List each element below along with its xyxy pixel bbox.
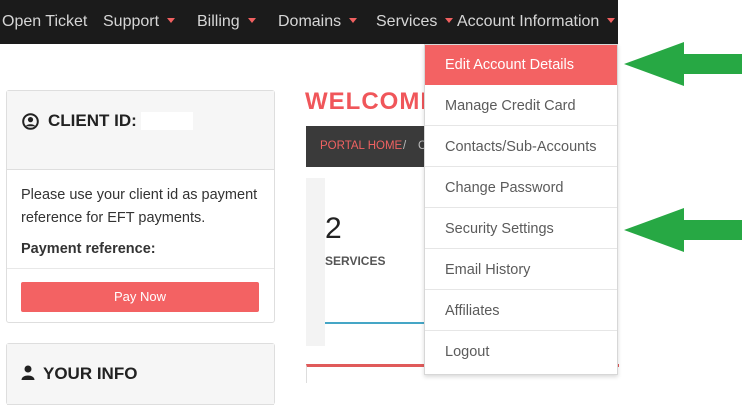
your-info-card-header: YOUR INFO bbox=[7, 344, 274, 405]
menu-item-contacts-sub-accounts[interactable]: Contacts/Sub-Accounts bbox=[425, 127, 617, 167]
green-arrow-icon bbox=[624, 42, 742, 86]
user-icon bbox=[21, 365, 35, 380]
nav-billing[interactable]: Billing bbox=[197, 0, 256, 44]
caret-down-icon bbox=[445, 18, 454, 24]
services-label: SERVICES bbox=[325, 254, 386, 268]
top-navbar: Open Ticket Support Billing Domains Serv… bbox=[0, 0, 618, 44]
payment-reference-label: Payment reference: bbox=[21, 241, 156, 257]
your-info-card: YOUR INFO bbox=[6, 343, 275, 405]
account-information-dropdown: Edit Account Details Manage Credit Card … bbox=[424, 44, 618, 375]
menu-item-change-password[interactable]: Change Password bbox=[425, 168, 617, 208]
green-arrow-icon bbox=[624, 208, 742, 252]
client-id-card-header: CLIENT ID: bbox=[7, 91, 274, 170]
nav-domains-label: Domains bbox=[278, 13, 342, 30]
caret-down-icon bbox=[349, 18, 358, 24]
nav-account-information-label: Account Information bbox=[457, 13, 600, 30]
your-info-label: YOUR INFO bbox=[43, 364, 138, 383]
caret-down-icon bbox=[167, 18, 176, 24]
breadcrumb-portal-home[interactable]: PORTAL HOME bbox=[320, 126, 402, 167]
menu-item-edit-account-details[interactable]: Edit Account Details bbox=[425, 45, 617, 85]
nav-services-label: Services bbox=[376, 13, 438, 30]
nav-billing-label: Billing bbox=[197, 13, 240, 30]
user-circle-icon bbox=[22, 112, 39, 130]
client-id-title: CLIENT ID: bbox=[22, 111, 193, 131]
nav-open-ticket-label: Open Ticket bbox=[2, 13, 88, 30]
client-id-label: CLIENT ID: bbox=[48, 111, 137, 130]
client-id-card-body: Please use your client id as payment ref… bbox=[7, 170, 274, 261]
menu-item-logout[interactable]: Logout bbox=[425, 332, 617, 372]
menu-item-affiliates[interactable]: Affiliates bbox=[425, 291, 617, 331]
caret-down-icon bbox=[247, 18, 256, 24]
pay-now-button[interactable]: Pay Now bbox=[21, 282, 259, 312]
menu-item-email-history[interactable]: Email History bbox=[425, 250, 617, 290]
nav-open-ticket[interactable]: Open Ticket bbox=[2, 0, 87, 44]
welcome-heading: WELCOME bbox=[305, 88, 438, 115]
breadcrumb-separator: / bbox=[403, 140, 407, 152]
services-count: 2 bbox=[325, 212, 342, 245]
nav-services[interactable]: Services bbox=[376, 0, 454, 44]
your-info-title: YOUR INFO bbox=[21, 364, 137, 384]
nav-account-information[interactable]: Account Information bbox=[457, 0, 616, 44]
nav-support-label: Support bbox=[103, 13, 160, 30]
nav-support[interactable]: Support bbox=[103, 0, 176, 44]
payment-note: Please use your client id as payment ref… bbox=[21, 187, 258, 226]
divider bbox=[7, 268, 274, 269]
menu-item-manage-credit-card[interactable]: Manage Credit Card bbox=[425, 86, 617, 126]
menu-item-security-settings[interactable]: Security Settings bbox=[425, 209, 617, 249]
nav-domains[interactable]: Domains bbox=[278, 0, 358, 44]
client-id-card: CLIENT ID: Please use your client id as … bbox=[6, 90, 275, 323]
caret-down-icon bbox=[607, 18, 616, 24]
client-id-value bbox=[140, 112, 193, 130]
